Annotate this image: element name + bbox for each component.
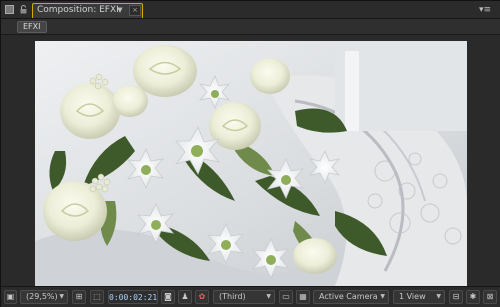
- composition-frame[interactable]: [35, 41, 467, 286]
- show-snapshot-icon[interactable]: ♟: [178, 290, 192, 304]
- views-value: 1 View: [399, 292, 426, 301]
- resolution-value: (Third): [219, 292, 246, 301]
- magnification-dropdown[interactable]: (29,5%) ▼: [20, 290, 68, 304]
- magnification-value: (29,5%): [26, 292, 58, 301]
- breadcrumb-comp[interactable]: EFXI: [17, 21, 47, 33]
- viewer-footer-toolbar: ▣ (29,5%) ▼ ⊞ ⬚ 0:00:02:21 ◙ ♟ ✿ (Third)…: [1, 286, 500, 307]
- chevron-down-icon: ▼: [380, 293, 385, 300]
- panel-menu-icon[interactable]: ▾≡: [477, 4, 493, 16]
- chevron-down-icon: ▼: [436, 293, 441, 300]
- timecode-value: 0:00:02:21: [109, 293, 158, 302]
- flowchart-icon[interactable]: ⊠: [483, 290, 497, 304]
- tab-composition-label: Composition: EFXI: [37, 5, 119, 15]
- fast-preview-icon[interactable]: ▭: [279, 290, 293, 304]
- chevron-down-icon: ▼: [266, 293, 271, 300]
- composition-panel: Composition: EFXI ▼ × ▾≡ EFXI ▣ (29,5%) …: [0, 0, 500, 307]
- views-dropdown[interactable]: 1 View ▼: [393, 290, 445, 304]
- viewer-area[interactable]: [1, 35, 500, 286]
- region-of-interest-icon[interactable]: ⬚: [90, 290, 104, 304]
- tab-composition[interactable]: Composition: EFXI ▼ ×: [32, 3, 143, 18]
- draft-3d-icon[interactable]: ✱: [466, 290, 480, 304]
- bouquet-image: [35, 41, 467, 286]
- resolution-dropdown[interactable]: (Third) ▼: [213, 290, 275, 304]
- rgb-icon[interactable]: ✿: [195, 290, 209, 304]
- panel-tab-bar: Composition: EFXI ▼ × ▾≡: [1, 1, 500, 19]
- current-time-field[interactable]: 0:00:02:21: [108, 290, 158, 304]
- safe-zones-icon[interactable]: ⊞: [72, 290, 86, 304]
- grid-icon[interactable]: ⊟: [449, 290, 463, 304]
- camera-value: Active Camera: [319, 292, 378, 301]
- checkerboard-icon[interactable]: ▦: [296, 290, 310, 304]
- lock-icon[interactable]: [19, 5, 28, 14]
- panel-grip-icon[interactable]: [5, 5, 14, 14]
- camera-icon[interactable]: ◙: [161, 290, 175, 304]
- breadcrumb: EFXI: [1, 19, 500, 35]
- chevron-down-icon: ▼: [59, 293, 64, 300]
- close-icon[interactable]: ×: [129, 5, 141, 16]
- camera-dropdown[interactable]: Active Camera ▼: [313, 290, 389, 304]
- always-preview-icon[interactable]: ▣: [4, 290, 17, 304]
- chevron-down-icon[interactable]: ▼: [115, 6, 125, 15]
